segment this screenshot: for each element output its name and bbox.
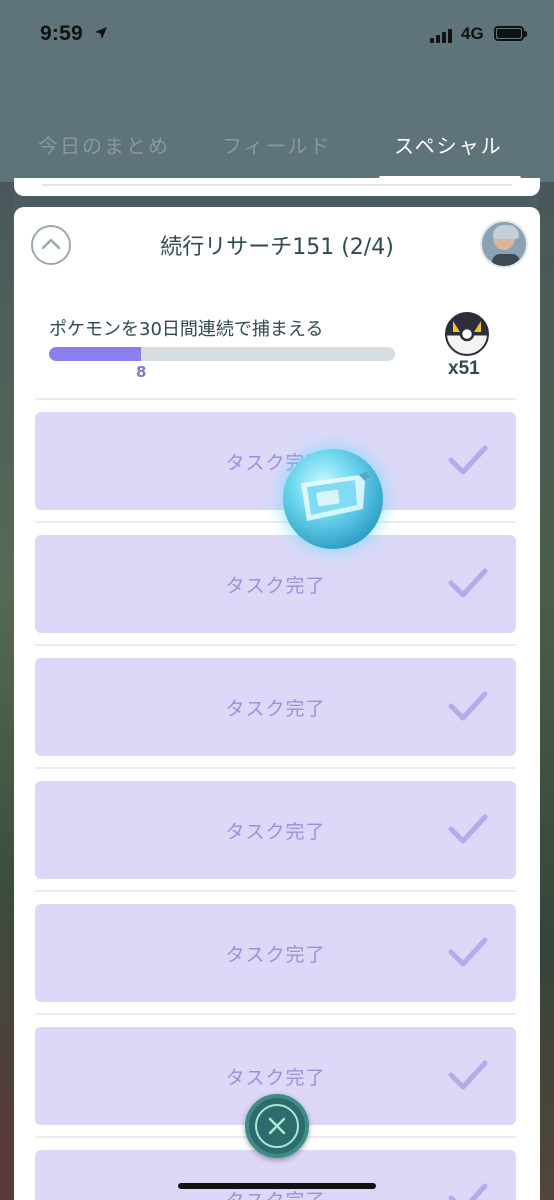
location-arrow-icon: [95, 27, 107, 39]
signal-icon: [430, 27, 452, 43]
reward-count: x51: [448, 358, 480, 379]
tab-bar: 今日のまとめ フィールド スペシャル: [0, 122, 554, 182]
divider: [35, 521, 516, 523]
task-completed-3: タスク完了: [35, 658, 516, 756]
tab-special[interactable]: スペシャル: [394, 130, 503, 159]
task-label: タスク完了: [225, 575, 326, 597]
ultra-ball-icon: [445, 312, 489, 356]
tab-today-summary[interactable]: 今日のまとめ: [38, 130, 170, 159]
divider: [35, 398, 516, 400]
header: 9:59 4G 今日のまとめ フィールド スペシャル: [0, 0, 554, 182]
checkmark-icon: [448, 691, 488, 721]
background-right-edge: [538, 180, 554, 1200]
task-label: タスク完了: [225, 944, 326, 966]
task-label: タスク完了: [225, 821, 326, 843]
progress-label: 8: [136, 363, 147, 381]
divider: [35, 767, 516, 769]
progress-fill: [49, 347, 142, 361]
checkmark-icon: [448, 937, 488, 967]
divider: [35, 890, 516, 892]
task-completed-2: タスク完了: [35, 535, 516, 633]
professor-avatar: [480, 220, 528, 268]
divider: [35, 1013, 516, 1015]
checkmark-icon: [448, 814, 488, 844]
network-type: 4G: [461, 24, 484, 43]
floating-item-icon[interactable]: [283, 449, 383, 549]
progress-bar: [49, 347, 395, 361]
task-completed-1: タスク完了: [35, 412, 516, 510]
task-completed-5: タスク完了: [35, 904, 516, 1002]
battery-icon: [494, 26, 527, 41]
research-title: 続行リサーチ151 (2/4): [160, 235, 394, 260]
tab-field[interactable]: フィールド: [222, 130, 332, 159]
research-card: 続行リサーチ151 (2/4) ポケモンを30日間連続で捕まえる 8 x51 タ…: [14, 207, 540, 1200]
divider: [35, 644, 516, 646]
home-indicator[interactable]: [178, 1183, 376, 1189]
task-label: タスク完了: [225, 698, 326, 720]
previous-research-card-edge: [14, 178, 540, 196]
task-label: タスク完了: [225, 452, 326, 474]
checkmark-icon: [448, 445, 488, 475]
status-time: 9:59: [40, 22, 83, 45]
close-button[interactable]: [245, 1094, 309, 1158]
task-completed-4: タスク完了: [35, 781, 516, 879]
checkmark-icon: [448, 1060, 488, 1090]
background-left-edge: [0, 180, 14, 1200]
checkmark-icon: [448, 1183, 488, 1200]
pass-item-icon: [301, 471, 369, 521]
checkmark-icon: [448, 568, 488, 598]
research-goal: ポケモンを30日間連続で捕まえる: [49, 319, 324, 340]
close-icon: [268, 1117, 286, 1135]
task-label: タスク完了: [225, 1067, 326, 1089]
